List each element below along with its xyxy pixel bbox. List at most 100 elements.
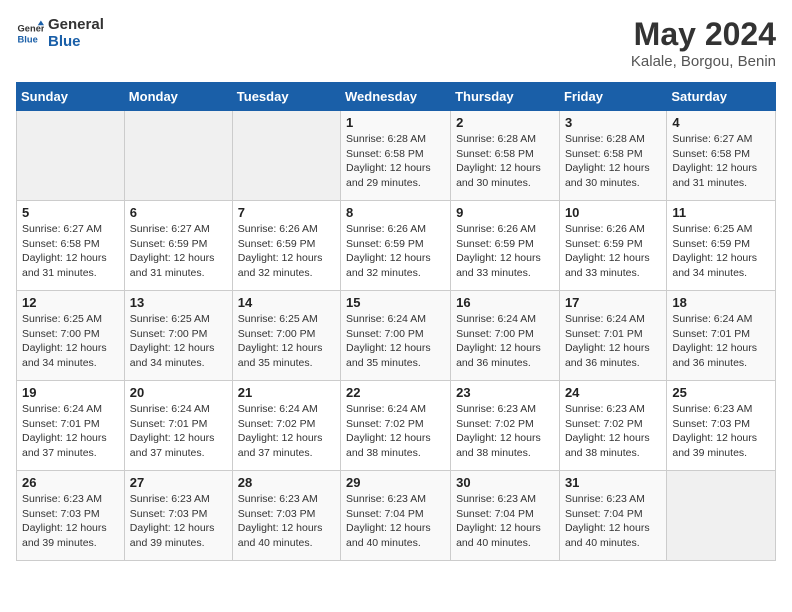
day-cell: 14 Sunrise: 6:25 AM Sunset: 7:00 PM Dayli… (232, 291, 340, 381)
day-info: Sunrise: 6:23 AM Sunset: 7:02 PM Dayligh… (456, 402, 554, 461)
day-number: 16 (456, 295, 554, 310)
day-info: Sunrise: 6:26 AM Sunset: 6:59 PM Dayligh… (346, 222, 445, 281)
day-cell: 11 Sunrise: 6:25 AM Sunset: 6:59 PM Dayli… (667, 201, 776, 291)
day-cell: 2 Sunrise: 6:28 AM Sunset: 6:58 PM Daylig… (451, 111, 560, 201)
day-number: 21 (238, 385, 335, 400)
day-number: 3 (565, 115, 661, 130)
day-cell: 21 Sunrise: 6:24 AM Sunset: 7:02 PM Dayli… (232, 381, 340, 471)
day-info: Sunrise: 6:28 AM Sunset: 6:58 PM Dayligh… (346, 132, 445, 191)
header-row: SundayMondayTuesdayWednesdayThursdayFrid… (17, 83, 776, 111)
title-area: May 2024 Kalale, Borgou, Benin (631, 16, 776, 70)
week-row-5: 26 Sunrise: 6:23 AM Sunset: 7:03 PM Dayli… (17, 471, 776, 561)
day-number: 22 (346, 385, 445, 400)
day-info: Sunrise: 6:24 AM Sunset: 7:01 PM Dayligh… (565, 312, 661, 371)
column-header-wednesday: Wednesday (341, 83, 451, 111)
day-number: 9 (456, 205, 554, 220)
day-cell: 1Sunrise: 6:28 AM Sunset: 6:58 PM Daylig… (341, 111, 451, 201)
day-number: 19 (22, 385, 119, 400)
day-cell: 31Sunrise: 6:23 AM Sunset: 7:04 PM Dayli… (559, 471, 666, 561)
calendar-subtitle: Kalale, Borgou, Benin (631, 53, 776, 70)
week-row-3: 12 Sunrise: 6:25 AM Sunset: 7:00 PM Dayli… (17, 291, 776, 381)
day-number: 15 (346, 295, 445, 310)
day-number: 25 (672, 385, 770, 400)
column-header-monday: Monday (124, 83, 232, 111)
day-cell: 24 Sunrise: 6:23 AM Sunset: 7:02 PM Dayli… (559, 381, 666, 471)
day-info: Sunrise: 6:25 AM Sunset: 7:00 PM Dayligh… (22, 312, 119, 371)
svg-text:Blue: Blue (18, 34, 38, 44)
day-info: Sunrise: 6:23 AM Sunset: 7:02 PM Dayligh… (565, 402, 661, 461)
day-number: 6 (130, 205, 227, 220)
logo: General Blue General Blue (16, 16, 104, 50)
day-number: 4 (672, 115, 770, 130)
day-cell: 4Sunrise: 6:27 AM Sunset: 6:58 PM Daylig… (667, 111, 776, 201)
day-info: Sunrise: 6:27 AM Sunset: 6:59 PM Dayligh… (130, 222, 227, 281)
day-cell: 17 Sunrise: 6:24 AM Sunset: 7:01 PM Dayli… (559, 291, 666, 381)
day-cell: 13Sunrise: 6:25 AM Sunset: 7:00 PM Dayli… (124, 291, 232, 381)
day-info: Sunrise: 6:26 AM Sunset: 6:59 PM Dayligh… (238, 222, 335, 281)
day-cell: 12 Sunrise: 6:25 AM Sunset: 7:00 PM Dayli… (17, 291, 125, 381)
day-cell: 5 Sunrise: 6:27 AM Sunset: 6:58 PM Daylig… (17, 201, 125, 291)
header: General Blue General Blue May 2024 Kalal… (16, 16, 776, 70)
day-cell: 20 Sunrise: 6:24 AM Sunset: 7:01 PM Dayli… (124, 381, 232, 471)
column-header-thursday: Thursday (451, 83, 560, 111)
day-cell: 27 Sunrise: 6:23 AM Sunset: 7:03 PM Dayli… (124, 471, 232, 561)
day-cell: 19 Sunrise: 6:24 AM Sunset: 7:01 PM Dayli… (17, 381, 125, 471)
day-info: Sunrise: 6:28 AM Sunset: 6:58 PM Dayligh… (456, 132, 554, 191)
day-cell: 25 Sunrise: 6:23 AM Sunset: 7:03 PM Dayli… (667, 381, 776, 471)
day-info: Sunrise: 6:25 AM Sunset: 7:00 PM Dayligh… (238, 312, 335, 371)
day-info: Sunrise: 6:24 AM Sunset: 7:01 PM Dayligh… (130, 402, 227, 461)
day-cell: 16Sunrise: 6:24 AM Sunset: 7:00 PM Dayli… (451, 291, 560, 381)
day-info: Sunrise: 6:28 AM Sunset: 6:58 PM Dayligh… (565, 132, 661, 191)
day-number: 12 (22, 295, 119, 310)
day-cell: 6 Sunrise: 6:27 AM Sunset: 6:59 PM Daylig… (124, 201, 232, 291)
day-info: Sunrise: 6:24 AM Sunset: 7:01 PM Dayligh… (672, 312, 770, 371)
day-cell: 23 Sunrise: 6:23 AM Sunset: 7:02 PM Dayli… (451, 381, 560, 471)
day-cell (17, 111, 125, 201)
day-number: 23 (456, 385, 554, 400)
day-number: 7 (238, 205, 335, 220)
day-info: Sunrise: 6:23 AM Sunset: 7:03 PM Dayligh… (672, 402, 770, 461)
day-cell: 9 Sunrise: 6:26 AM Sunset: 6:59 PM Daylig… (451, 201, 560, 291)
day-number: 24 (565, 385, 661, 400)
column-header-sunday: Sunday (17, 83, 125, 111)
day-cell: 8 Sunrise: 6:26 AM Sunset: 6:59 PM Daylig… (341, 201, 451, 291)
week-row-1: 1Sunrise: 6:28 AM Sunset: 6:58 PM Daylig… (17, 111, 776, 201)
day-number: 27 (130, 475, 227, 490)
day-cell (667, 471, 776, 561)
week-row-2: 5 Sunrise: 6:27 AM Sunset: 6:58 PM Daylig… (17, 201, 776, 291)
calendar-title: May 2024 (631, 16, 776, 53)
day-cell: 30Sunrise: 6:23 AM Sunset: 7:04 PM Dayli… (451, 471, 560, 561)
day-cell: 15 Sunrise: 6:24 AM Sunset: 7:00 PM Dayli… (341, 291, 451, 381)
day-cell: 29 Sunrise: 6:23 AM Sunset: 7:04 PM Dayli… (341, 471, 451, 561)
day-info: Sunrise: 6:27 AM Sunset: 6:58 PM Dayligh… (22, 222, 119, 281)
day-number: 26 (22, 475, 119, 490)
day-number: 14 (238, 295, 335, 310)
calendar-table: SundayMondayTuesdayWednesdayThursdayFrid… (16, 82, 776, 561)
day-cell: 26Sunrise: 6:23 AM Sunset: 7:03 PM Dayli… (17, 471, 125, 561)
day-number: 29 (346, 475, 445, 490)
day-number: 17 (565, 295, 661, 310)
day-cell: 3 Sunrise: 6:28 AM Sunset: 6:58 PM Daylig… (559, 111, 666, 201)
day-cell: 18Sunrise: 6:24 AM Sunset: 7:01 PM Dayli… (667, 291, 776, 381)
day-info: Sunrise: 6:25 AM Sunset: 6:59 PM Dayligh… (672, 222, 770, 281)
day-info: Sunrise: 6:23 AM Sunset: 7:03 PM Dayligh… (130, 492, 227, 551)
day-info: Sunrise: 6:23 AM Sunset: 7:04 PM Dayligh… (346, 492, 445, 551)
day-info: Sunrise: 6:24 AM Sunset: 7:00 PM Dayligh… (346, 312, 445, 371)
logo-text-general: General (48, 16, 104, 33)
column-header-friday: Friday (559, 83, 666, 111)
day-number: 10 (565, 205, 661, 220)
day-info: Sunrise: 6:24 AM Sunset: 7:02 PM Dayligh… (238, 402, 335, 461)
day-number: 11 (672, 205, 770, 220)
day-info: Sunrise: 6:24 AM Sunset: 7:02 PM Dayligh… (346, 402, 445, 461)
day-cell: 28Sunrise: 6:23 AM Sunset: 7:03 PM Dayli… (232, 471, 340, 561)
column-header-tuesday: Tuesday (232, 83, 340, 111)
day-number: 20 (130, 385, 227, 400)
day-info: Sunrise: 6:26 AM Sunset: 6:59 PM Dayligh… (456, 222, 554, 281)
week-row-4: 19 Sunrise: 6:24 AM Sunset: 7:01 PM Dayli… (17, 381, 776, 471)
day-info: Sunrise: 6:24 AM Sunset: 7:01 PM Dayligh… (22, 402, 119, 461)
day-number: 30 (456, 475, 554, 490)
day-number: 13 (130, 295, 227, 310)
day-number: 2 (456, 115, 554, 130)
day-number: 8 (346, 205, 445, 220)
day-number: 5 (22, 205, 119, 220)
